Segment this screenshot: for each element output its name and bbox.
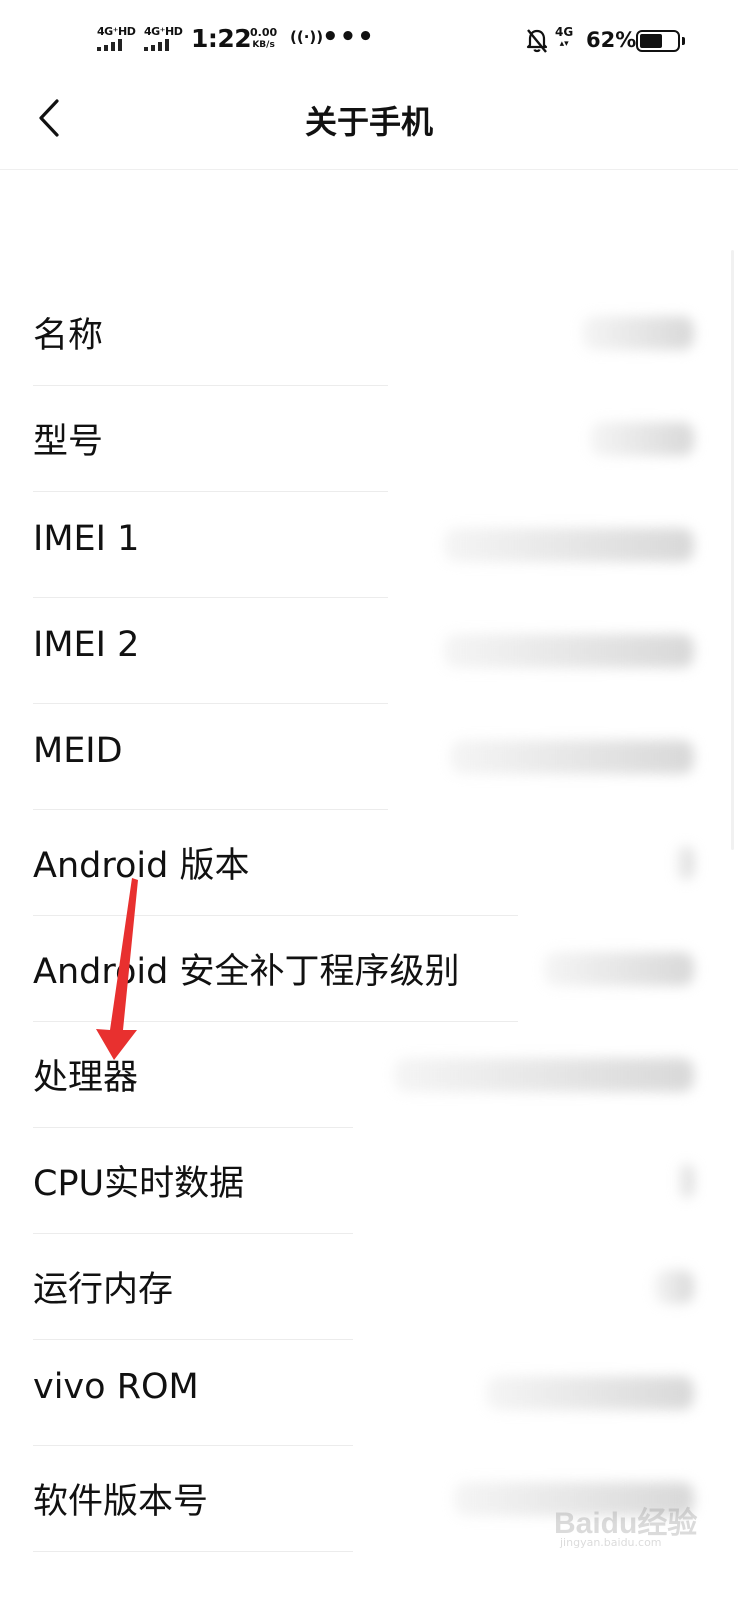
divider (33, 1551, 353, 1552)
row-imei-2[interactable]: IMEI 2 (0, 598, 738, 704)
row-cpu-realtime[interactable]: CPU实时数据 (0, 1128, 738, 1234)
row-value-blurred (544, 952, 694, 986)
clock: 1:22 (191, 24, 252, 53)
row-label: 运行内存 (33, 1270, 174, 1310)
row-label: vivo ROM (33, 1367, 199, 1407)
row-vivo-rom[interactable]: vivo ROM (0, 1340, 738, 1446)
sim1-label: 4G⁺HD (97, 25, 136, 38)
about-phone-list: 名称 型号 IMEI 1 IMEI 2 MEID Android 版本 Andr… (0, 280, 738, 1552)
row-label: MEID (33, 731, 123, 771)
battery-percent: 62% (586, 28, 637, 52)
signal-icon: 4G⁺HD (144, 25, 183, 51)
network-speed: 0.00 KB/s (250, 26, 277, 52)
row-value-blurred (590, 422, 694, 456)
row-processor[interactable]: 处理器 (0, 1022, 738, 1128)
row-value-blurred (582, 316, 694, 350)
row-meid[interactable]: MEID (0, 704, 738, 810)
battery-icon (636, 30, 685, 52)
status-bar: 4G⁺HD 4G⁺HD 1:22 0.00 KB/s ((·)) ••• 4G … (0, 0, 738, 80)
network-speed-value: 0.00 (250, 26, 278, 39)
row-label: IMEI 1 (33, 519, 140, 559)
row-value-blurred (486, 1376, 694, 1410)
row-model[interactable]: 型号 (0, 386, 738, 492)
row-value-blurred (450, 740, 694, 774)
row-value-blurred (444, 528, 694, 562)
watermark: Baidu经验 jingyan.baidu.com (554, 1484, 704, 1550)
row-value-blurred (678, 1164, 694, 1198)
row-name[interactable]: 名称 (0, 280, 738, 386)
signal-icon: 4G⁺HD (97, 25, 136, 51)
row-label: Android 版本 (33, 846, 250, 886)
mobile-data-icon: 4G ▴▾ (555, 25, 574, 49)
sim2-label: 4G⁺HD (144, 25, 183, 38)
top-nav-bar: 关于手机 (0, 80, 738, 170)
row-value-blurred (654, 1270, 694, 1304)
row-value-blurred (394, 1058, 694, 1092)
hotspot-icon: ((·)) (290, 28, 324, 46)
more-notifications-icon: ••• (322, 22, 375, 52)
row-ram[interactable]: 运行内存 (0, 1234, 738, 1340)
row-value-blurred (676, 846, 694, 880)
mobile-data-label: 4G (555, 25, 574, 39)
row-label: Android 安全补丁程序级别 (33, 952, 460, 992)
page-title: 关于手机 (304, 103, 433, 141)
row-imei-1[interactable]: IMEI 1 (0, 492, 738, 598)
row-label: 型号 (33, 422, 104, 462)
row-android-version[interactable]: Android 版本 (0, 810, 738, 916)
row-security-patch[interactable]: Android 安全补丁程序级别 (0, 916, 738, 1022)
row-label: IMEI 2 (33, 625, 140, 665)
watermark-url: jingyan.baidu.com (560, 1536, 662, 1549)
row-label: 名称 (33, 316, 104, 356)
row-value-blurred (444, 634, 694, 668)
row-label: 处理器 (33, 1058, 139, 1098)
row-label: 软件版本号 (33, 1482, 209, 1522)
bell-off-icon (526, 29, 548, 53)
battery-level-fill (640, 34, 663, 48)
network-speed-unit: KB/s (252, 40, 275, 50)
row-label: CPU实时数据 (33, 1164, 245, 1204)
